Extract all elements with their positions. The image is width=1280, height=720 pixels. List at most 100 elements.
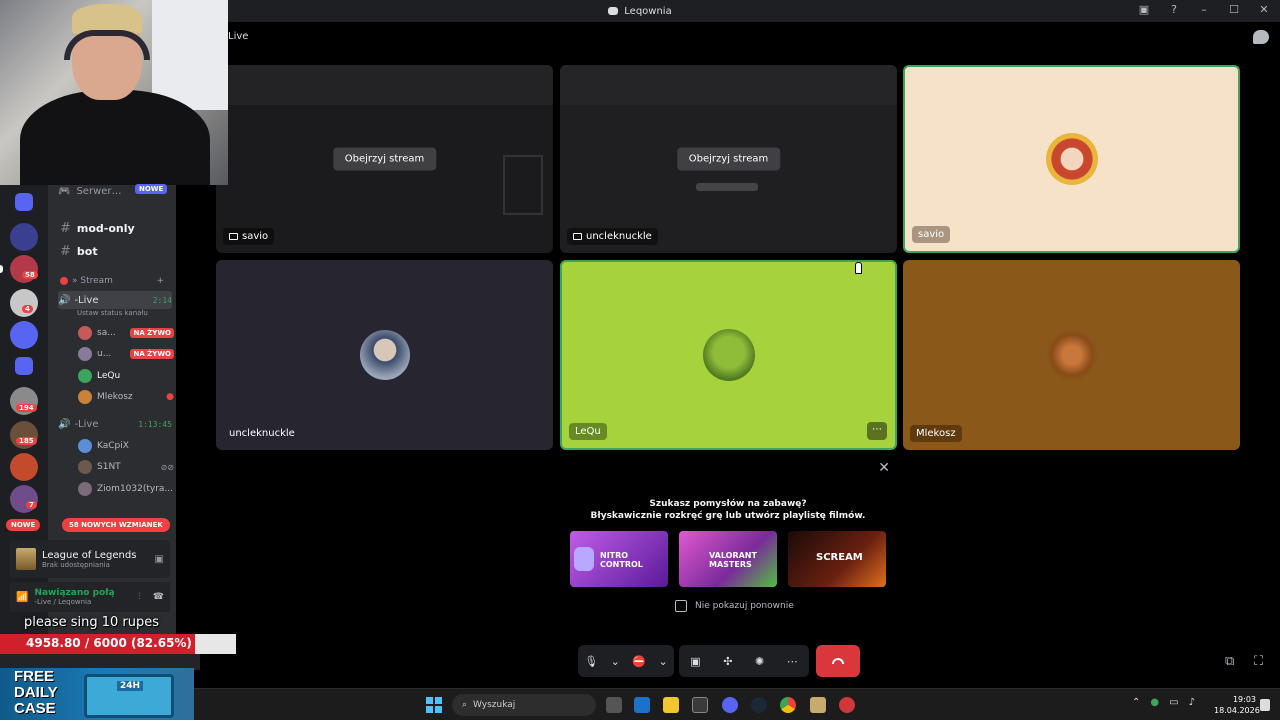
chat-icon[interactable]: [1253, 30, 1269, 44]
connection-channel: -Live / Leqownia: [34, 598, 92, 606]
noise-suppression-icon[interactable]: ⫶: [139, 592, 141, 602]
voice-user[interactable]: LeQu: [78, 367, 174, 385]
riot-icon[interactable]: [839, 697, 855, 713]
category-dot-icon: [60, 277, 68, 285]
league-icon[interactable]: [810, 697, 826, 713]
stream-tile-savio[interactable]: Obejrzyj stream savio: [216, 65, 553, 253]
notification-icon[interactable]: [1260, 699, 1270, 711]
voice-user[interactable]: KaCpiX: [78, 437, 174, 455]
connection-status: Nawiązano połą: [34, 588, 115, 598]
voice-user[interactable]: Mlekosz ●: [78, 388, 174, 406]
category-stream[interactable]: » Stream +: [48, 271, 176, 291]
camera-off-icon[interactable]: ⛔: [632, 655, 646, 668]
channel-bot[interactable]: # bot: [48, 241, 176, 261]
unread-badge: 58: [22, 271, 38, 279]
maximize-button[interactable]: ☐: [1226, 3, 1242, 16]
user-tile-uncleknuckle[interactable]: uncleknuckle: [216, 260, 553, 450]
voice-user[interactable]: sa... NA ŻYWO: [78, 324, 174, 342]
avatar: [78, 369, 92, 383]
user-tile-mlekosz[interactable]: Mlekosz: [903, 260, 1240, 450]
outlook-icon[interactable]: [634, 697, 650, 713]
case-image: 24H: [84, 674, 174, 718]
more-icon[interactable]: ⋯: [787, 655, 798, 668]
webcam-overlay: [0, 0, 228, 185]
activity-card[interactable]: NITRO CONTROL: [570, 531, 668, 587]
add-channel-icon[interactable]: +: [156, 276, 164, 286]
user-tile-savio[interactable]: savio: [903, 65, 1240, 253]
file-explorer-icon[interactable]: [663, 697, 679, 713]
avatar: [78, 460, 92, 474]
close-button[interactable]: ✕: [1256, 3, 1272, 16]
server-icon[interactable]: [10, 223, 38, 251]
voice-user[interactable]: u... NA ŻYWO: [78, 345, 174, 363]
dont-show-again-checkbox[interactable]: Nie pokazuj ponownie: [675, 600, 794, 612]
discord-icon: [608, 7, 619, 15]
network-icon[interactable]: ▭: [1169, 697, 1178, 708]
screen-share-icon[interactable]: ▣: [155, 554, 164, 565]
unread-badge: 194: [16, 404, 37, 412]
stream-tile-uncleknuckle[interactable]: Obejrzyj stream uncleknuckle: [560, 65, 897, 253]
windows-start-icon[interactable]: [426, 697, 442, 713]
help-icon[interactable]: ?: [1166, 3, 1182, 16]
watch-stream-button[interactable]: Obejrzyj stream: [332, 147, 437, 171]
microphone-icon[interactable]: 🎙: [584, 655, 598, 668]
deafened-icon: ●: [166, 392, 174, 402]
chevron-down-icon[interactable]: ⌄: [611, 655, 620, 668]
voice-channel-live[interactable]: 🔊 -Live 2:14: [58, 291, 172, 309]
activities-icon[interactable]: ✣: [723, 655, 732, 668]
new-mentions-badge[interactable]: 58 NOWYCH WZMIANEK: [62, 518, 170, 532]
avatar: [78, 326, 92, 340]
popout-icon[interactable]: ⧉: [1225, 654, 1234, 669]
tile-name-label: Mlekosz: [910, 425, 962, 442]
system-tray: ⌃ ● ▭ ♪: [1132, 697, 1195, 708]
discord-icon[interactable]: [722, 697, 738, 713]
chevron-up-icon[interactable]: ⌃: [1132, 697, 1140, 708]
screen-share-icon[interactable]: ▣: [690, 655, 700, 668]
mic-tray-icon[interactable]: ●: [1150, 697, 1159, 708]
new-badge: NOWE: [135, 184, 168, 194]
checkbox-icon: [675, 600, 687, 612]
fullscreen-icon[interactable]: ⛶: [1254, 654, 1263, 669]
soundboard-icon[interactable]: ✺: [755, 655, 764, 668]
task-view-icon[interactable]: [606, 697, 622, 713]
steam-icon[interactable]: [751, 697, 767, 713]
hash-icon: #: [60, 220, 71, 236]
volume-icon[interactable]: ♪: [1189, 697, 1195, 708]
screen-share-icon: [573, 233, 582, 240]
server-icon[interactable]: [15, 357, 33, 375]
server-icon[interactable]: [15, 193, 33, 211]
server-icon[interactable]: [10, 453, 38, 481]
chevron-down-icon[interactable]: ⌄: [659, 655, 668, 668]
channel-status-hint[interactable]: Ustaw status kanału: [77, 309, 148, 317]
new-badge: NOWE: [6, 519, 41, 531]
close-icon[interactable]: ✕: [878, 460, 890, 476]
disconnect-icon[interactable]: ☎: [153, 592, 164, 602]
share-controls: ▣ ✣ ✺ ⋯: [679, 645, 809, 677]
hash-icon: #: [60, 243, 71, 259]
search-icon: ⌕: [462, 700, 468, 710]
store-icon[interactable]: [692, 697, 708, 713]
avatar: [78, 482, 92, 496]
minimize-button[interactable]: –: [1196, 3, 1212, 16]
game-name: League of Legends: [42, 549, 137, 561]
taskbar-search[interactable]: ⌕ Wyszukaj: [452, 694, 596, 716]
inbox-icon[interactable]: ▣: [1136, 3, 1152, 16]
channel-mod-only[interactable]: # mod-only: [48, 218, 176, 238]
windows-taskbar: ⌕ Wyszukaj ⌃ ● ▭ ♪ 19:03 18.04.2026: [194, 688, 1280, 720]
tile-name-label: savio: [223, 228, 275, 245]
voice-user[interactable]: Ziom1032(tyra...: [78, 480, 174, 498]
chrome-icon[interactable]: [780, 697, 796, 713]
activity-card[interactable]: SCREAM: [788, 531, 886, 587]
user-tile-lequ[interactable]: LeQu ⋯: [560, 260, 897, 450]
server-icon[interactable]: [10, 321, 38, 349]
disconnect-button[interactable]: [816, 645, 860, 677]
signal-icon: 📶: [16, 591, 29, 603]
goal-text: 4958.80 / 6000 (82.65%): [26, 636, 192, 650]
watch-stream-button[interactable]: Obejrzyj stream: [676, 147, 781, 171]
taskbar-clock[interactable]: 19:03 18.04.2026: [1214, 694, 1260, 716]
voice-channel-live[interactable]: 🔊 -Live 1:13:45: [58, 415, 172, 433]
activity-panel[interactable]: League of Legends Brak udostępniania ▣: [10, 540, 170, 578]
activity-card[interactable]: VALORANT MASTERS: [679, 531, 777, 587]
voice-user[interactable]: S1NT ⊘⊘: [78, 458, 174, 476]
more-options-button[interactable]: ⋯: [867, 422, 887, 440]
